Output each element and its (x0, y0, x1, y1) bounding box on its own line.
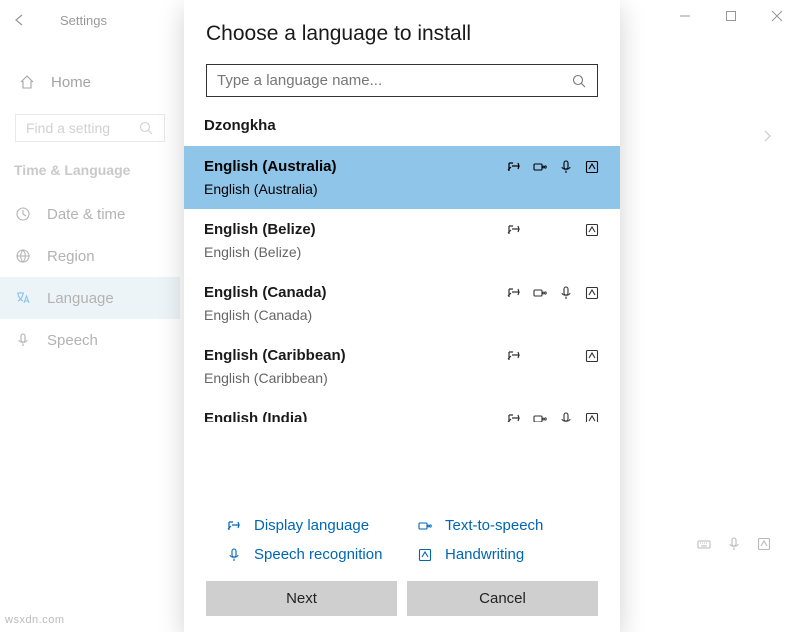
language-row[interactable]: English (Caribbean) English (Caribbean) (184, 335, 620, 398)
language-row[interactable]: English (India) (184, 398, 620, 422)
speech-icon (558, 411, 574, 423)
mic-icon (226, 547, 242, 563)
language-native: English (Australia) (204, 181, 600, 197)
display-icon (506, 285, 522, 301)
tts-icon (532, 159, 548, 175)
language-name: English (India) (204, 410, 307, 422)
language-list[interactable]: DzongkhaEnglish (Australia)English (Aust… (184, 105, 620, 500)
legend-handwriting: Handwriting (417, 546, 598, 563)
capability-icons (506, 159, 600, 175)
legend-tts: Text-to-speech (417, 517, 598, 534)
language-native: English (Caribbean) (204, 370, 600, 386)
handwriting-icon (417, 547, 433, 563)
legend-label: Handwriting (445, 546, 524, 563)
legend-speech: Speech recognition (226, 546, 407, 563)
language-row[interactable]: English (Belize) English (Belize) (184, 209, 620, 272)
display-icon (506, 411, 522, 423)
language-name: English (Caribbean) (204, 347, 346, 364)
display-icon (506, 222, 522, 238)
speech-icon (558, 285, 574, 301)
handwriting-icon (584, 348, 600, 364)
language-install-dialog: Choose a language to install Type a lang… (184, 0, 620, 632)
capability-icons (506, 411, 600, 423)
display-icon (506, 348, 522, 364)
legend-display: Display language (226, 517, 407, 534)
language-search-input[interactable]: Type a language name... (206, 64, 598, 97)
legend-label: Display language (254, 517, 369, 534)
cancel-button[interactable]: Cancel (407, 581, 598, 616)
search-icon (571, 73, 587, 89)
speech-icon (558, 159, 574, 175)
capability-icons (506, 285, 600, 301)
language-row[interactable]: Dzongkha (184, 105, 620, 146)
dialog-title: Choose a language to install (184, 22, 620, 64)
language-name: English (Canada) (204, 284, 327, 301)
legend-label: Speech recognition (254, 546, 382, 563)
language-name: Dzongkha (204, 117, 276, 134)
next-button[interactable]: Next (206, 581, 397, 616)
display-language-icon (226, 518, 242, 534)
handwriting-icon (584, 159, 600, 175)
tts-icon (532, 411, 548, 423)
legend-label: Text-to-speech (445, 517, 543, 534)
language-native: English (Belize) (204, 244, 600, 260)
language-native: English (Canada) (204, 307, 600, 323)
language-row[interactable]: English (Australia) English (Australia) (184, 146, 620, 209)
language-search-placeholder: Type a language name... (217, 72, 382, 89)
language-name: English (Belize) (204, 221, 316, 238)
watermark: wsxdn.com (5, 614, 65, 626)
capability-legend: Display language Text-to-speech Speech r… (184, 500, 620, 581)
language-row[interactable]: English (Canada) English (Canada) (184, 272, 620, 335)
language-name: English (Australia) (204, 158, 337, 175)
capability-icons (506, 348, 600, 364)
text-to-speech-icon (417, 518, 433, 534)
tts-icon (532, 285, 548, 301)
handwriting-icon (584, 411, 600, 423)
capability-icons (506, 222, 600, 238)
handwriting-icon (584, 285, 600, 301)
display-icon (506, 159, 522, 175)
handwriting-icon (584, 222, 600, 238)
